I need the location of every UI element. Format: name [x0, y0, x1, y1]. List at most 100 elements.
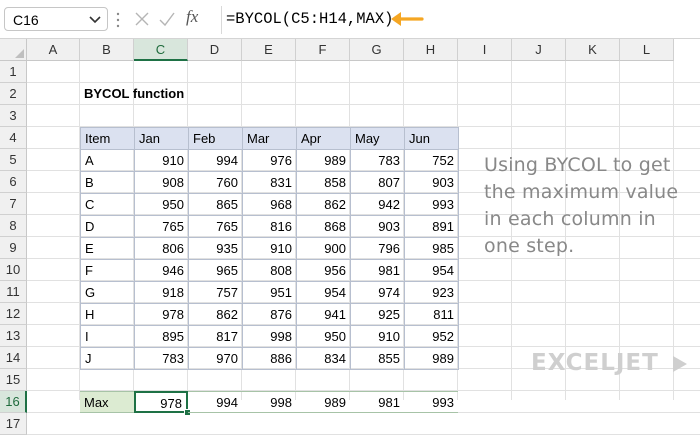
table-header-cell[interactable]: Jun	[404, 127, 459, 150]
table-value-cell[interactable]: 765	[188, 215, 243, 238]
table-value-cell[interactable]: 891	[404, 215, 459, 238]
table-value-cell[interactable]: 831	[242, 171, 297, 194]
max-value-cell[interactable]: 989	[296, 391, 350, 413]
row-header-11[interactable]: 11	[0, 281, 27, 303]
table-item-cell[interactable]: B	[80, 171, 135, 194]
table-header-cell[interactable]: Item	[80, 127, 135, 150]
column-header-e[interactable]: E	[242, 39, 296, 61]
column-header-l[interactable]: L	[620, 39, 674, 61]
table-value-cell[interactable]: 950	[134, 193, 189, 216]
table-value-cell[interactable]: 923	[404, 281, 459, 304]
table-value-cell[interactable]: 808	[242, 259, 297, 282]
table-value-cell[interactable]: 998	[242, 325, 297, 348]
table-header-cell[interactable]: Apr	[296, 127, 351, 150]
table-value-cell[interactable]: 946	[134, 259, 189, 282]
name-box[interactable]: C16	[4, 7, 108, 31]
column-header-f[interactable]: F	[296, 39, 350, 61]
table-item-cell[interactable]: F	[80, 259, 135, 282]
row-header-14[interactable]: 14	[0, 347, 27, 369]
table-value-cell[interactable]: 918	[134, 281, 189, 304]
table-value-cell[interactable]: 993	[404, 193, 459, 216]
table-value-cell[interactable]: 895	[134, 325, 189, 348]
table-value-cell[interactable]: 935	[188, 237, 243, 260]
table-value-cell[interactable]: 950	[296, 325, 351, 348]
table-value-cell[interactable]: 816	[242, 215, 297, 238]
table-item-cell[interactable]: E	[80, 237, 135, 260]
max-value-cell[interactable]: 998	[242, 391, 296, 413]
row-header-15[interactable]: 15	[0, 369, 27, 391]
row-header-12[interactable]: 12	[0, 303, 27, 325]
column-header-j[interactable]: J	[512, 39, 566, 61]
row-header-7[interactable]: 7	[0, 193, 27, 215]
table-value-cell[interactable]: 865	[188, 193, 243, 216]
table-value-cell[interactable]: 941	[296, 303, 351, 326]
table-value-cell[interactable]: 974	[350, 281, 405, 304]
table-value-cell[interactable]: 910	[350, 325, 405, 348]
table-value-cell[interactable]: 855	[350, 347, 405, 370]
table-value-cell[interactable]: 985	[404, 237, 459, 260]
row-header-1[interactable]: 1	[0, 61, 27, 83]
row-header-4[interactable]: 4	[0, 127, 27, 149]
table-value-cell[interactable]: 908	[134, 171, 189, 194]
column-header-d[interactable]: D	[188, 39, 242, 61]
table-value-cell[interactable]: 834	[296, 347, 351, 370]
table-value-cell[interactable]: 752	[404, 149, 459, 172]
table-value-cell[interactable]: 862	[296, 193, 351, 216]
table-value-cell[interactable]: 978	[134, 303, 189, 326]
table-value-cell[interactable]: 862	[188, 303, 243, 326]
sheet-title[interactable]: BYCOL function	[80, 83, 240, 105]
row-header-13[interactable]: 13	[0, 325, 27, 347]
column-header-h[interactable]: H	[404, 39, 458, 61]
max-label-cell[interactable]: Max	[80, 391, 134, 413]
row-header-5[interactable]: 5	[0, 149, 27, 171]
table-value-cell[interactable]: 868	[296, 215, 351, 238]
table-item-cell[interactable]: J	[80, 347, 135, 370]
table-value-cell[interactable]: 796	[350, 237, 405, 260]
table-value-cell[interactable]: 807	[350, 171, 405, 194]
column-header-g[interactable]: G	[350, 39, 404, 61]
table-value-cell[interactable]: 783	[350, 149, 405, 172]
table-item-cell[interactable]: I	[80, 325, 135, 348]
row-header-2[interactable]: 2	[0, 83, 27, 105]
table-value-cell[interactable]: 903	[404, 171, 459, 194]
select-all-button[interactable]	[0, 39, 27, 61]
row-header-8[interactable]: 8	[0, 215, 27, 237]
table-value-cell[interactable]: 989	[404, 347, 459, 370]
row-header-17[interactable]: 17	[0, 413, 27, 435]
table-header-cell[interactable]: Mar	[242, 127, 297, 150]
column-header-i[interactable]: I	[458, 39, 512, 61]
table-item-cell[interactable]: C	[80, 193, 135, 216]
table-value-cell[interactable]: 952	[404, 325, 459, 348]
column-header-a[interactable]: A	[27, 39, 80, 61]
table-value-cell[interactable]: 765	[134, 215, 189, 238]
table-value-cell[interactable]: 989	[296, 149, 351, 172]
table-value-cell[interactable]: 994	[188, 149, 243, 172]
table-value-cell[interactable]: 910	[242, 237, 297, 260]
column-header-b[interactable]: B	[80, 39, 134, 61]
table-item-cell[interactable]: A	[80, 149, 135, 172]
table-value-cell[interactable]: 858	[296, 171, 351, 194]
max-value-cell[interactable]: 993	[404, 391, 458, 413]
table-value-cell[interactable]: 760	[188, 171, 243, 194]
column-header-c[interactable]: C	[134, 39, 188, 61]
row-header-3[interactable]: 3	[0, 105, 27, 127]
table-value-cell[interactable]: 925	[350, 303, 405, 326]
column-header-k[interactable]: K	[566, 39, 620, 61]
row-header-9[interactable]: 9	[0, 237, 27, 259]
table-value-cell[interactable]: 900	[296, 237, 351, 260]
table-value-cell[interactable]: 811	[404, 303, 459, 326]
table-value-cell[interactable]: 951	[242, 281, 297, 304]
table-value-cell[interactable]: 783	[134, 347, 189, 370]
table-item-cell[interactable]: D	[80, 215, 135, 238]
row-header-16[interactable]: 16	[0, 391, 27, 413]
table-value-cell[interactable]: 981	[350, 259, 405, 282]
table-item-cell[interactable]: G	[80, 281, 135, 304]
table-value-cell[interactable]: 886	[242, 347, 297, 370]
table-value-cell[interactable]: 954	[296, 281, 351, 304]
check-icon[interactable]	[158, 6, 176, 32]
table-value-cell[interactable]: 910	[134, 149, 189, 172]
table-value-cell[interactable]: 965	[188, 259, 243, 282]
table-value-cell[interactable]: 876	[242, 303, 297, 326]
name-box-value[interactable]: C16	[13, 12, 39, 28]
table-value-cell[interactable]: 954	[404, 259, 459, 282]
